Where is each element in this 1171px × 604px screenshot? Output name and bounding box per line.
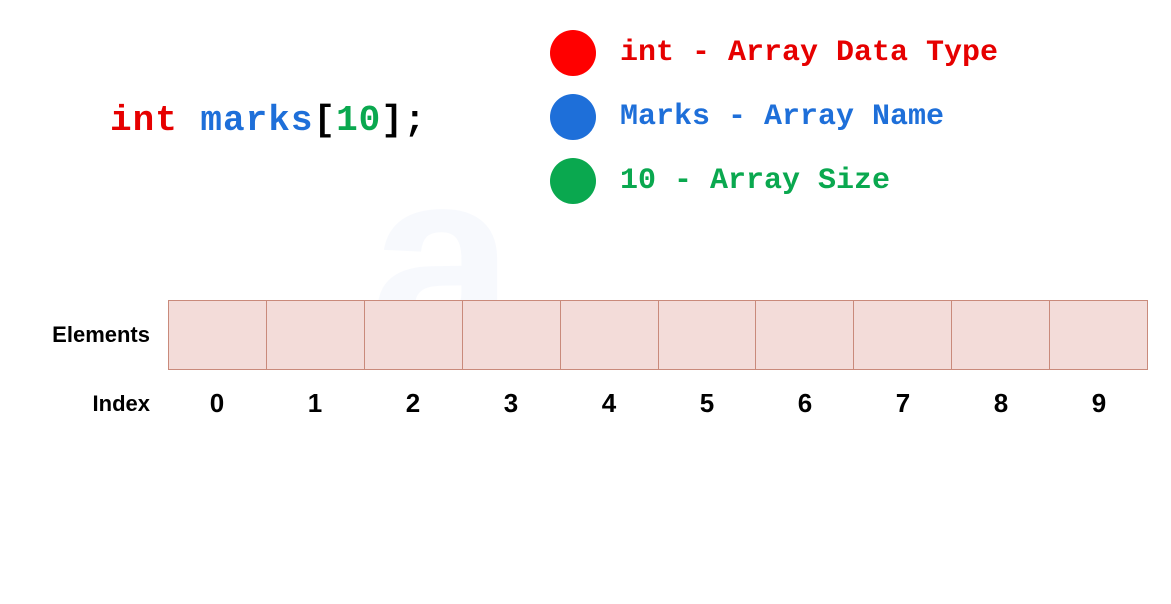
index-value: 6 xyxy=(756,388,854,419)
array-cell xyxy=(267,301,365,369)
legend-label: Marks - Array Name xyxy=(620,100,944,134)
index-value: 7 xyxy=(854,388,952,419)
declaration-close-bracket: ] xyxy=(381,100,404,141)
circle-icon xyxy=(550,94,596,140)
index-value: 0 xyxy=(168,388,266,419)
index-value: 8 xyxy=(952,388,1050,419)
index-row: Index 0 1 2 3 4 5 6 7 8 9 xyxy=(18,388,1148,419)
array-cell xyxy=(169,301,267,369)
declaration-semicolon: ; xyxy=(404,100,427,141)
legend: int - Array Data Type Marks - Array Name… xyxy=(550,30,998,204)
array-cell xyxy=(756,301,854,369)
index-value: 5 xyxy=(658,388,756,419)
legend-row-size: 10 - Array Size xyxy=(550,158,998,204)
circle-icon xyxy=(550,30,596,76)
index-value: 4 xyxy=(560,388,658,419)
index-value: 1 xyxy=(266,388,364,419)
array-visualization: Elements Index 0 1 2 3 4 5 6 7 8 9 xyxy=(18,300,1148,419)
elements-label: Elements xyxy=(18,322,168,348)
array-cell xyxy=(463,301,561,369)
declaration-size: 10 xyxy=(336,100,381,141)
circle-icon xyxy=(550,158,596,204)
index-label: Index xyxy=(18,391,168,417)
legend-label: 10 - Array Size xyxy=(620,164,890,198)
elements-row: Elements xyxy=(18,300,1148,370)
legend-label: int - Array Data Type xyxy=(620,36,998,70)
index-value: 3 xyxy=(462,388,560,419)
array-cells xyxy=(168,300,1148,370)
declaration-name: marks xyxy=(200,100,313,141)
array-cell xyxy=(659,301,757,369)
index-values: 0 1 2 3 4 5 6 7 8 9 xyxy=(168,388,1148,419)
array-cell xyxy=(1050,301,1147,369)
declaration-type: int xyxy=(110,100,178,141)
array-declaration: int marks[10]; xyxy=(110,100,427,141)
legend-row-name: Marks - Array Name xyxy=(550,94,998,140)
array-cell xyxy=(952,301,1050,369)
array-cell xyxy=(854,301,952,369)
index-value: 2 xyxy=(364,388,462,419)
legend-row-datatype: int - Array Data Type xyxy=(550,30,998,76)
array-cell xyxy=(561,301,659,369)
declaration-open-bracket: [ xyxy=(313,100,336,141)
array-cell xyxy=(365,301,463,369)
index-value: 9 xyxy=(1050,388,1148,419)
